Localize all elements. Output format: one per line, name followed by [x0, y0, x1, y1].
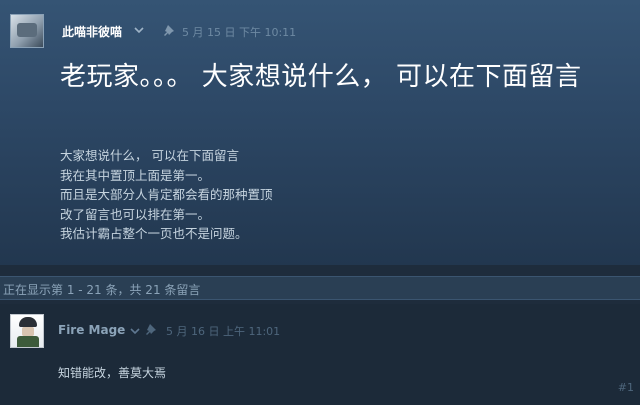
post-author-name[interactable]: 此喵非彼喵 [62, 23, 122, 40]
comment-timestamp: 5 月 16 日 上午 11:01 [166, 325, 281, 338]
post-author-avatar[interactable] [10, 14, 44, 48]
post-body-line: 而且是大部分人肯定都会看的那种置顶 [60, 187, 273, 202]
post-body-line: 大家想说什么， 可以在下面留言 [60, 148, 239, 163]
post-timestamp: 5 月 15 日 下午 10:11 [182, 26, 297, 39]
pin-icon [164, 25, 174, 36]
comment-author-name[interactable]: Fire Mage [58, 323, 125, 337]
post-title: 老玩家。。。 大家想说什么， 可以在下面留言 [60, 62, 582, 92]
comment-item: Fire Mage 5 月 16 日 上午 11:01 知错能改，善莫大焉 #1 [0, 304, 640, 405]
comment-author-avatar[interactable] [10, 314, 44, 348]
chevron-down-icon[interactable] [134, 26, 144, 34]
post-body-line: 改了留言也可以排在第一。 [60, 206, 211, 222]
comment-number: #1 [617, 381, 634, 394]
chevron-down-icon[interactable] [130, 327, 140, 335]
post-body-line: 我在其中置顶上面是第一。 [60, 167, 211, 183]
pin-icon [146, 324, 156, 335]
comment-count-text: 正在显示第 1 - 21 条，共 21 条留言 [3, 283, 201, 297]
original-post: 此喵非彼喵 5 月 15 日 下午 10:11 老玩家。。。 大家想说什么， 可… [0, 0, 640, 265]
post-body: 大家想说什么， 可以在下面留言 我在其中置顶上面是第一。 而且是大部分人肯定都会… [60, 146, 620, 244]
comment-text: 知错能改，善莫大焉 [58, 366, 167, 380]
comment-pager: 正在显示第 1 - 21 条，共 21 条留言 [0, 276, 640, 300]
post-body-line: 我估计霸占整个一页也不是问题。 [60, 226, 248, 241]
